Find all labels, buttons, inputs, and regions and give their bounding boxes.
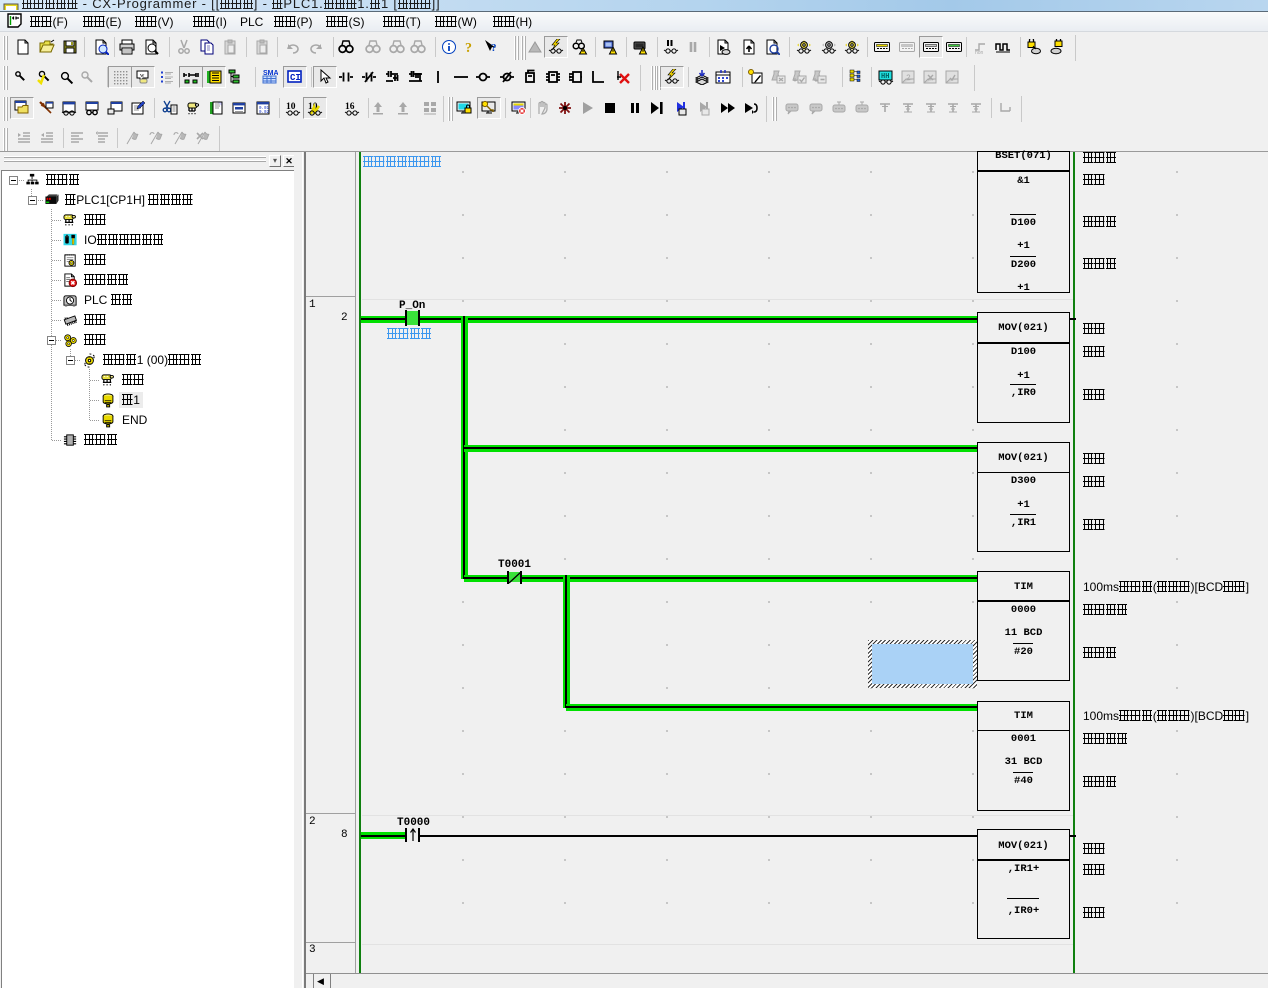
svg-text:2: 2	[906, 74, 911, 83]
svg-text:w: w	[140, 73, 145, 79]
svg-text:16: 16	[345, 102, 355, 112]
svg-text:CI: CI	[290, 73, 301, 83]
svg-text:?: ?	[491, 42, 497, 54]
svg-text:non: non	[975, 50, 984, 55]
svg-text:10: 10	[286, 102, 296, 112]
svg-text:0.02: 0.02	[259, 111, 270, 115]
svg-text:?: ?	[465, 41, 472, 55]
